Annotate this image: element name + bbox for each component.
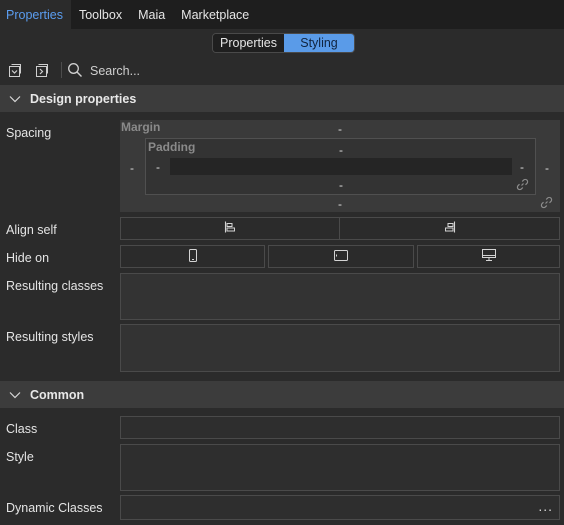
link-padding-icon[interactable] <box>516 178 529 194</box>
padding-label: Padding <box>148 140 196 154</box>
align-end-button[interactable] <box>340 217 560 240</box>
padding-right-value[interactable]: - <box>520 160 524 174</box>
margin-box: Margin - - - - Padding - - - - <box>120 120 560 212</box>
dynamic-classes-input[interactable]: ... <box>120 495 560 520</box>
design-properties-header[interactable]: Design properties <box>0 85 564 112</box>
tab-maia[interactable]: Maia <box>130 0 173 29</box>
mobile-icon <box>188 248 198 265</box>
margin-bottom-value[interactable]: - <box>338 197 342 211</box>
tab-properties[interactable]: Properties <box>0 0 71 29</box>
toolbar <box>0 58 564 83</box>
dynamic-classes-label: Dynamic Classes <box>6 501 103 515</box>
align-self-label: Align self <box>6 223 57 237</box>
search-icon <box>67 62 83 81</box>
hide-on-mobile-button[interactable] <box>120 245 265 268</box>
common-title: Common <box>30 387 85 402</box>
content-box <box>170 158 512 175</box>
align-self-group <box>120 217 560 240</box>
class-label: Class <box>6 422 38 436</box>
styling-toggle-button[interactable]: Styling <box>284 34 354 52</box>
search-input[interactable] <box>90 61 350 80</box>
hide-on-label: Hide on <box>6 251 50 265</box>
view-toggle: Properties Styling <box>212 33 355 53</box>
resulting-styles-field <box>120 324 560 372</box>
margin-top-value[interactable]: - <box>338 122 342 136</box>
padding-bottom-value[interactable]: - <box>339 178 343 192</box>
view-toggle-row: Properties Styling <box>0 29 564 58</box>
resulting-classes-label: Resulting classes <box>6 279 104 293</box>
padding-top-value[interactable]: - <box>339 143 343 157</box>
tab-marketplace[interactable]: Marketplace <box>173 0 257 29</box>
link-margin-icon[interactable] <box>540 196 553 212</box>
align-start-button[interactable] <box>120 217 340 240</box>
expand-all-icon[interactable] <box>34 63 49 78</box>
tablet-icon <box>334 249 348 264</box>
align-end-icon <box>444 221 456 236</box>
align-start-icon <box>224 221 236 236</box>
chevron-down-icon <box>0 95 30 103</box>
resulting-styles-label: Resulting styles <box>6 330 94 344</box>
resulting-classes-field <box>120 273 560 320</box>
margin-label: Margin <box>121 120 161 134</box>
design-properties-title: Design properties <box>30 91 137 106</box>
margin-right-value[interactable]: - <box>545 161 549 175</box>
hide-on-tablet-button[interactable] <box>268 245 414 268</box>
chevron-down-icon <box>0 391 30 399</box>
panel-tab-bar: Properties Toolbox Maia Marketplace <box>0 0 564 29</box>
desktop-icon <box>481 249 496 264</box>
style-label: Style <box>6 450 34 464</box>
tab-toolbox[interactable]: Toolbox <box>71 0 130 29</box>
toolbar-divider <box>61 62 62 78</box>
hide-on-desktop-button[interactable] <box>417 245 560 268</box>
padding-left-value[interactable]: - <box>156 160 160 174</box>
class-input[interactable] <box>120 416 560 439</box>
hide-on-group <box>120 245 560 268</box>
padding-box: Padding - - - - <box>145 138 536 195</box>
margin-left-value[interactable]: - <box>130 161 134 175</box>
spacing-label: Spacing <box>6 126 52 140</box>
common-header[interactable]: Common <box>0 381 564 408</box>
more-options-button[interactable]: ... <box>538 499 553 513</box>
style-input[interactable] <box>120 444 560 491</box>
collapse-all-icon[interactable] <box>7 63 22 78</box>
properties-toggle-button[interactable]: Properties <box>213 34 284 52</box>
